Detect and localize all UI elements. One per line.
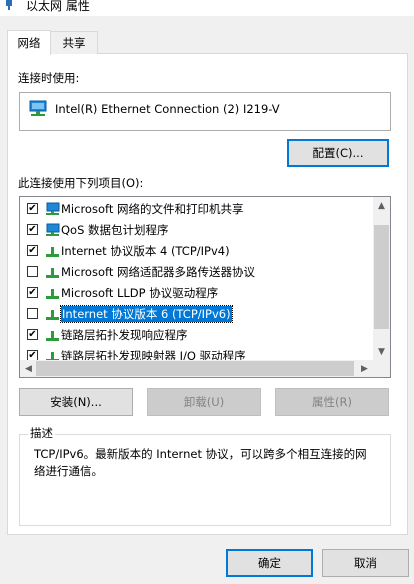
- horizontal-scroll-thumb[interactable]: [36, 361, 354, 376]
- cancel-button[interactable]: 取消: [322, 549, 409, 577]
- list-item[interactable]: ✔ Microsoft LLDP 协议驱动程序: [20, 282, 372, 303]
- install-button[interactable]: 安装(N)...: [19, 388, 133, 416]
- protocol-icon: [46, 330, 59, 341]
- network-plug-icon: [6, 0, 12, 10]
- network-client-icon: [46, 223, 60, 236]
- network-client-icon: [46, 202, 60, 215]
- network-adapter-icon: [29, 100, 47, 116]
- connect-using-label: 连接时使用:: [18, 71, 80, 85]
- list-item-label: Internet 协议版本 4 (TCP/IPv4): [61, 243, 230, 258]
- item-checkbox[interactable]: ✔: [27, 245, 38, 256]
- adapter-box: Intel(R) Ethernet Connection (2) I219-V: [19, 92, 391, 131]
- list-item-label: Microsoft LLDP 协议驱动程序: [61, 285, 219, 300]
- window-title: 以太网 属性: [26, 0, 90, 13]
- protocol-icon: [46, 267, 59, 278]
- list-item[interactable]: Microsoft 网络适配器多路传送器协议: [20, 261, 372, 282]
- list-item-label: QoS 数据包计划程序: [61, 222, 169, 237]
- ok-button[interactable]: 确定: [226, 549, 313, 577]
- tab-network[interactable]: 网络: [7, 30, 51, 55]
- protocol-icon: [46, 309, 59, 320]
- properties-button[interactable]: 属性(R): [275, 388, 389, 416]
- description-text: TCP/IPv6。最新版本的 Internet 协议，可以跨多个相互连接的网络进…: [34, 447, 367, 478]
- list-item[interactable]: Internet 协议版本 6 (TCP/IPv6): [20, 303, 372, 324]
- list-item-label: 链路层拓扑发现响应程序: [61, 327, 188, 342]
- protocol-icon: [46, 246, 59, 257]
- list-item[interactable]: ✔ 链路层拓扑发现响应程序: [20, 324, 372, 345]
- list-item-label: Microsoft 网络的文件和打印机共享: [61, 201, 244, 216]
- horizontal-scrollbar[interactable]: ◀ ▶: [20, 360, 373, 377]
- scroll-right-icon[interactable]: ▶: [356, 360, 373, 377]
- item-checkbox[interactable]: ✔: [27, 329, 38, 340]
- tab-share[interactable]: 共享: [50, 31, 98, 54]
- item-checkbox[interactable]: ✔: [27, 224, 38, 235]
- scroll-down-icon[interactable]: ▼: [373, 343, 390, 360]
- title-bar: 以太网 属性: [0, 0, 414, 16]
- vertical-scrollbar[interactable]: ▲ ▼: [373, 197, 390, 360]
- vertical-scroll-thumb[interactable]: [374, 225, 389, 329]
- scroll-left-icon[interactable]: ◀: [20, 360, 37, 377]
- configure-button[interactable]: 配置(C)...: [287, 139, 389, 167]
- scrollbar-corner: [373, 360, 390, 377]
- adapter-name: Intel(R) Ethernet Connection (2) I219-V: [55, 102, 280, 116]
- protocol-icon: [46, 288, 59, 299]
- list-item-label: Internet 协议版本 6 (TCP/IPv6): [60, 304, 233, 323]
- item-checkbox[interactable]: ✔: [27, 203, 38, 214]
- items-label: 此连接使用下列项目(O):: [18, 176, 144, 190]
- list-item[interactable]: ✔ Internet 协议版本 4 (TCP/IPv4): [20, 240, 372, 261]
- list-item[interactable]: ✔ QoS 数据包计划程序: [20, 219, 372, 240]
- item-checkbox[interactable]: ✔: [27, 287, 38, 298]
- item-checkbox[interactable]: [27, 308, 38, 319]
- list-item[interactable]: ✔ Microsoft 网络的文件和打印机共享: [20, 198, 372, 219]
- items-list[interactable]: ✔ Microsoft 网络的文件和打印机共享 ✔ QoS 数据包计划程序 ✔ Inter…: [19, 196, 391, 378]
- list-item-label: Microsoft 网络适配器多路传送器协议: [61, 264, 255, 279]
- uninstall-button[interactable]: 卸载(U): [147, 388, 261, 416]
- scroll-up-icon[interactable]: ▲: [373, 197, 390, 214]
- description-title: 描述: [28, 425, 55, 441]
- item-checkbox[interactable]: [27, 266, 38, 277]
